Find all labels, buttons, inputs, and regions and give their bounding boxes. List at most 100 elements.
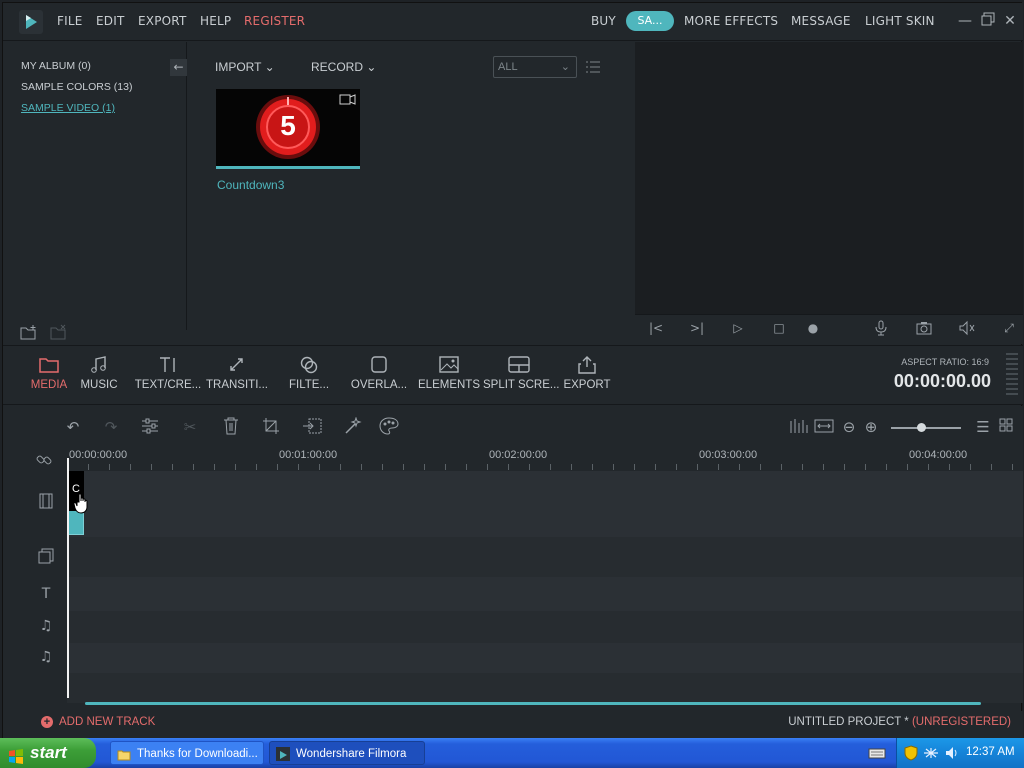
tool-elements[interactable]: ELEMENTS (413, 353, 485, 401)
empty-track (67, 673, 1023, 703)
taskbar-task[interactable]: Thanks for Downloadi... (110, 741, 264, 765)
library-item-sample-video[interactable]: SAMPLE VIDEO (1) (21, 102, 115, 114)
pip-track[interactable] (67, 537, 1023, 577)
volume-tray-icon[interactable] (944, 745, 960, 761)
zoom-slider-handle[interactable] (917, 423, 926, 432)
minimize-icon[interactable]: — (956, 12, 974, 30)
menu-register[interactable]: REGISTER (244, 14, 305, 28)
fullscreen-icon[interactable]: ⤢ (1001, 320, 1017, 336)
arrow-left-icon[interactable]: ← (170, 59, 187, 76)
maximize-icon[interactable] (979, 12, 997, 30)
taskbar-task-label: Thanks for Downloadi... (137, 748, 258, 760)
list-view-icon[interactable] (585, 59, 601, 75)
tool-label: MUSIC (80, 379, 118, 391)
image-icon (439, 356, 459, 373)
library-item-sample-colors[interactable]: SAMPLE COLORS (13) (21, 81, 132, 93)
menu-message[interactable]: MESSAGE (791, 14, 851, 28)
zoom-slider[interactable] (891, 427, 961, 429)
chevron-down-icon: ⌄ (264, 60, 275, 74)
keyboard-icon[interactable] (868, 745, 886, 761)
snapshot-icon[interactable] (916, 320, 932, 336)
start-button[interactable]: start (0, 738, 96, 768)
close-icon[interactable]: ✕ (1001, 12, 1019, 30)
menu-edit[interactable]: EDIT (96, 14, 125, 28)
track-headers (3, 471, 67, 707)
adjust-icon[interactable] (140, 417, 160, 437)
stop-icon[interactable]: □ (771, 320, 787, 336)
add-folder-icon[interactable] (19, 324, 37, 342)
record-dropdown[interactable]: RECORD ⌄ (311, 60, 376, 74)
magic-wand-icon[interactable] (343, 416, 363, 437)
tool-music[interactable]: MUSIC (63, 353, 135, 401)
share-icon (578, 356, 596, 374)
step-back-icon[interactable]: >| (689, 320, 705, 336)
ruler-label: 00:04:00:00 (909, 449, 968, 461)
delete-icon[interactable] (221, 417, 241, 437)
undo-icon[interactable]: ↶ (63, 417, 83, 437)
grid-view-icon[interactable] (996, 417, 1016, 437)
hand-cursor-icon (73, 492, 91, 516)
music-track[interactable] (67, 643, 1023, 673)
freeze-frame-icon[interactable] (302, 417, 322, 437)
redo-icon: ↷ (104, 418, 118, 436)
save-button[interactable]: SA... (626, 11, 674, 31)
media-thumbnail[interactable]: 5 (216, 89, 360, 169)
video-track[interactable] (67, 471, 1023, 537)
tool-split-screen[interactable]: SPLIT SCRE... (483, 353, 559, 401)
crop-icon[interactable] (261, 417, 281, 437)
drag-handle[interactable] (1006, 353, 1018, 395)
record-dot-icon[interactable]: ● (805, 320, 821, 336)
menu-light-skin[interactable]: LIGHT SKIN (865, 14, 935, 28)
ruler-label: 00:02:00:00 (489, 449, 548, 461)
import-dropdown[interactable]: IMPORT ⌄ (215, 60, 275, 74)
chevron-down-icon: ⌄ (366, 60, 377, 74)
countdown-number: 5 (280, 110, 296, 141)
network-icon[interactable] (922, 746, 940, 760)
timeline-scrollbar[interactable] (85, 702, 981, 705)
tool-label: TRANSITI... (206, 379, 268, 391)
tool-label: FILTE... (288, 379, 330, 391)
overlay-icon (371, 356, 387, 373)
menu-help[interactable]: HELP (200, 14, 231, 28)
library-item-my-album[interactable]: MY ALBUM (0) (21, 60, 91, 72)
cut-icon: ✂ (183, 418, 197, 436)
aspect-ratio-label: ASPECT RATIO: 16:9 (901, 357, 989, 367)
music-track[interactable] (67, 611, 1023, 643)
menu-file[interactable]: FILE (57, 14, 83, 28)
tool-filters[interactable]: FILTE... (273, 353, 345, 401)
delete-folder-icon[interactable] (49, 324, 67, 342)
audio-mixer-icon[interactable] (789, 417, 809, 437)
zoom-in-icon[interactable]: ⊕ (861, 417, 881, 437)
tool-label: TEXT/CRE... (134, 379, 202, 391)
tool-text[interactable]: TEXT/CRE... (132, 353, 204, 401)
split-screen-icon (508, 356, 530, 373)
filter-select[interactable]: ALL ⌄ (493, 56, 577, 78)
add-track-button[interactable]: + ADD NEW TRACK (41, 716, 155, 728)
taskbar-task-active[interactable]: Wondershare Filmora (269, 741, 425, 765)
taskbar-task-label: Wondershare Filmora (296, 748, 407, 760)
text-track[interactable] (67, 577, 1023, 611)
volume-icon[interactable] (959, 320, 975, 336)
tool-overlays[interactable]: OVERLA... (343, 353, 415, 401)
microphone-icon[interactable] (873, 320, 889, 336)
zoom-out-icon[interactable]: ⊖ (839, 417, 859, 437)
link-icon[interactable] (35, 451, 53, 469)
skip-back-icon[interactable]: |< (648, 320, 664, 336)
ruler-ticks (67, 464, 1023, 470)
list-view-icon[interactable]: ☰ (973, 417, 993, 437)
menu-buy[interactable]: BUY (591, 14, 616, 28)
menu-more-effects[interactable]: MORE EFFECTS (684, 14, 778, 28)
menu-export[interactable]: EXPORT (138, 14, 186, 28)
security-shield-icon[interactable] (904, 745, 918, 761)
plus-icon: + (41, 716, 53, 728)
color-palette-icon[interactable] (379, 417, 399, 437)
play-icon[interactable]: ▷ (730, 320, 746, 336)
tool-transitions[interactable]: TRANSITI... (201, 353, 273, 401)
windows-logo-icon (8, 745, 24, 764)
fit-timeline-icon[interactable] (814, 417, 834, 437)
playhead[interactable] (67, 458, 69, 698)
tool-export[interactable]: EXPORT (551, 353, 623, 401)
media-clip-name[interactable]: Countdown3 (217, 178, 284, 192)
video-track-icon (37, 493, 55, 511)
tool-label: EXPORT (563, 379, 611, 391)
